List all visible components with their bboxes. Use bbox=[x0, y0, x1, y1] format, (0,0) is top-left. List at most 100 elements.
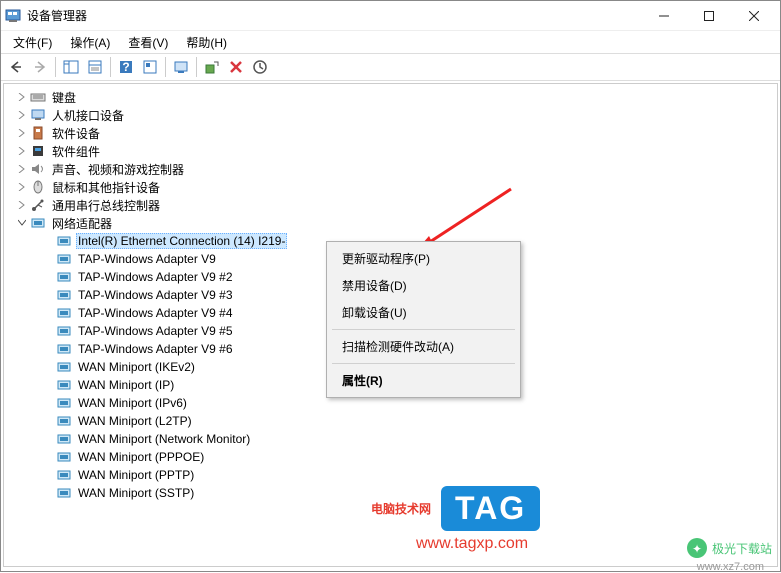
network-adapter-icon bbox=[56, 359, 72, 375]
toolbar-separator bbox=[55, 57, 56, 77]
forward-button[interactable] bbox=[29, 56, 51, 78]
network-adapter-icon bbox=[56, 287, 72, 303]
ctx-update-driver[interactable]: 更新驱动程序(P) bbox=[330, 245, 517, 272]
ctx-properties[interactable]: 属性(R) bbox=[330, 367, 517, 394]
svg-text:✦: ✦ bbox=[692, 542, 702, 556]
ctx-separator bbox=[332, 329, 515, 330]
menu-file[interactable]: 文件(F) bbox=[5, 32, 60, 53]
ctx-scan-hardware[interactable]: 扫描检测硬件改动(A) bbox=[330, 333, 517, 360]
tree-node-keyboard[interactable]: 键盘 bbox=[8, 88, 767, 106]
menu-action[interactable]: 操作(A) bbox=[62, 32, 118, 53]
tree-label: WAN Miniport (IKEv2) bbox=[76, 360, 197, 374]
chevron-right-icon[interactable] bbox=[16, 199, 28, 211]
network-adapter-icon bbox=[30, 215, 46, 231]
network-adapter-icon bbox=[56, 341, 72, 357]
tree-label: TAP-Windows Adapter V9 #2 bbox=[76, 270, 235, 284]
network-adapter-icon bbox=[56, 269, 72, 285]
chevron-right-icon[interactable] bbox=[16, 91, 28, 103]
tree-label: Intel(R) Ethernet Connection (14) I219- bbox=[76, 233, 287, 249]
toolbar-separator bbox=[165, 57, 166, 77]
tree-node-hid[interactable]: 人机接口设备 bbox=[8, 106, 767, 124]
chevron-right-icon[interactable] bbox=[16, 145, 28, 157]
tree-node-software-components[interactable]: 软件组件 bbox=[8, 142, 767, 160]
network-adapter-icon bbox=[56, 485, 72, 501]
app-icon bbox=[5, 8, 21, 24]
star-icon: ✦ bbox=[686, 537, 708, 559]
chevron-right-icon[interactable] bbox=[16, 109, 28, 121]
tree-label: TAP-Windows Adapter V9 #5 bbox=[76, 324, 235, 338]
tree-label: 声音、视频和游戏控制器 bbox=[50, 161, 186, 178]
watermark-tag: TAG bbox=[441, 486, 540, 531]
network-adapter-icon bbox=[56, 431, 72, 447]
network-adapter-icon bbox=[56, 323, 72, 339]
speaker-icon bbox=[30, 161, 46, 177]
hid-icon bbox=[30, 107, 46, 123]
chevron-right-icon[interactable] bbox=[16, 181, 28, 193]
svg-text:?: ? bbox=[122, 60, 129, 74]
network-adapter-icon bbox=[56, 233, 72, 249]
chevron-right-icon[interactable] bbox=[16, 163, 28, 175]
network-adapter-icon bbox=[56, 377, 72, 393]
tree-label: WAN Miniport (IPv6) bbox=[76, 396, 189, 410]
menu-view[interactable]: 查看(V) bbox=[120, 32, 176, 53]
titlebar: 设备管理器 bbox=[1, 1, 780, 31]
keyboard-icon bbox=[30, 89, 46, 105]
tree-label: WAN Miniport (L2TP) bbox=[76, 414, 194, 428]
tree-node-adapter[interactable]: WAN Miniport (L2TP) bbox=[8, 412, 767, 430]
tree-label: TAP-Windows Adapter V9 #6 bbox=[76, 342, 235, 356]
tree-label: 网络适配器 bbox=[50, 215, 114, 232]
tree-node-adapter[interactable]: WAN Miniport (Network Monitor) bbox=[8, 430, 767, 448]
update-driver-button[interactable] bbox=[201, 56, 223, 78]
tree-node-usb[interactable]: 通用串行总线控制器 bbox=[8, 196, 767, 214]
watermark-jxz-text: 极光下载站 bbox=[712, 540, 772, 557]
watermark-brand: 电脑技术网 TAG bbox=[371, 486, 540, 531]
tree-node-sound[interactable]: 声音、视频和游戏控制器 bbox=[8, 160, 767, 178]
watermark-jxz-url: www.xz7.com bbox=[697, 561, 764, 573]
tree-node-adapter[interactable]: WAN Miniport (PPTP) bbox=[8, 466, 767, 484]
network-adapter-icon bbox=[56, 467, 72, 483]
disable-button[interactable] bbox=[249, 56, 271, 78]
minimize-button[interactable] bbox=[641, 2, 686, 30]
tree-label: 软件设备 bbox=[50, 125, 102, 142]
mouse-icon bbox=[30, 179, 46, 195]
software-component-icon bbox=[30, 143, 46, 159]
chevron-down-icon[interactable] bbox=[16, 217, 28, 229]
tree-node-mouse[interactable]: 鼠标和其他指针设备 bbox=[8, 178, 767, 196]
tree-label: WAN Miniport (PPPOE) bbox=[76, 450, 206, 464]
scan-hardware-button[interactable] bbox=[170, 56, 192, 78]
tree-label: 人机接口设备 bbox=[50, 107, 126, 124]
maximize-button[interactable] bbox=[686, 2, 731, 30]
network-adapter-icon bbox=[56, 413, 72, 429]
ctx-uninstall-device[interactable]: 卸载设备(U) bbox=[330, 299, 517, 326]
window-controls bbox=[641, 2, 776, 30]
uninstall-button[interactable] bbox=[225, 56, 247, 78]
back-button[interactable] bbox=[5, 56, 27, 78]
context-menu: 更新驱动程序(P) 禁用设备(D) 卸载设备(U) 扫描检测硬件改动(A) 属性… bbox=[326, 241, 521, 398]
tree-label: WAN Miniport (Network Monitor) bbox=[76, 432, 252, 446]
watermark-jxz: ✦ 极光下载站 bbox=[686, 537, 772, 559]
properties-button[interactable] bbox=[84, 56, 106, 78]
help-button[interactable]: ? bbox=[115, 56, 137, 78]
show-hide-tree-button[interactable] bbox=[60, 56, 82, 78]
chevron-right-icon[interactable] bbox=[16, 127, 28, 139]
software-device-icon bbox=[30, 125, 46, 141]
close-button[interactable] bbox=[731, 2, 776, 30]
tree-label: WAN Miniport (SSTP) bbox=[76, 486, 196, 500]
tree-label: TAP-Windows Adapter V9 #3 bbox=[76, 288, 235, 302]
network-adapter-icon bbox=[56, 251, 72, 267]
ctx-disable-device[interactable]: 禁用设备(D) bbox=[330, 272, 517, 299]
tree-label: 鼠标和其他指针设备 bbox=[50, 179, 162, 196]
menu-help[interactable]: 帮助(H) bbox=[178, 32, 235, 53]
tree-node-network[interactable]: 网络适配器 bbox=[8, 214, 767, 232]
tree-label: WAN Miniport (PPTP) bbox=[76, 468, 196, 482]
network-adapter-icon bbox=[56, 449, 72, 465]
watermark-url: www.tagxp.com bbox=[416, 535, 528, 553]
tree-node-software-devices[interactable]: 软件设备 bbox=[8, 124, 767, 142]
tree-node-adapter[interactable]: WAN Miniport (PPPOE) bbox=[8, 448, 767, 466]
toolbar-separator bbox=[110, 57, 111, 77]
tree-label: TAP-Windows Adapter V9 bbox=[76, 252, 218, 266]
toolbar-separator bbox=[196, 57, 197, 77]
toolbar: ? bbox=[1, 53, 780, 81]
action-button[interactable] bbox=[139, 56, 161, 78]
tree-label: TAP-Windows Adapter V9 #4 bbox=[76, 306, 235, 320]
